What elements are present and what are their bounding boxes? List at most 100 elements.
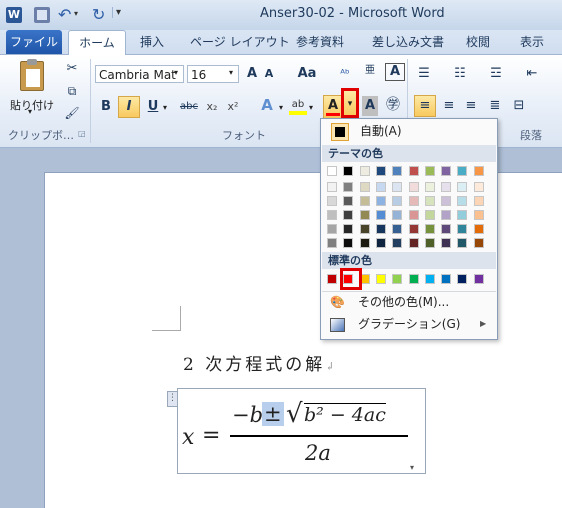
clear-formatting-icon[interactable]: ᴬᵇ [336,64,354,84]
gradient-item[interactable]: グラデーション(G) ▶ [322,314,496,334]
align-left-button[interactable]: ≡ [414,95,436,117]
theme-shade-swatch[interactable] [392,196,402,206]
phonetic-guide-icon[interactable]: 亜 [362,61,378,81]
theme-shade-swatch[interactable] [327,224,337,234]
align-center-icon[interactable]: ≡ [440,96,458,116]
theme-shade-swatch[interactable] [457,196,467,206]
theme-shade-swatch[interactable] [327,210,337,220]
justify-icon[interactable]: ≣ [486,96,504,116]
theme-color-swatch[interactable] [360,166,370,176]
paste-dropdown-icon[interactable]: ▾ [28,107,32,116]
copy-icon[interactable]: ⧉ [64,81,80,101]
theme-color-swatch[interactable] [441,166,451,176]
document-heading[interactable]: 2 次方程式の解↲ [183,350,334,375]
standard-color-swatch[interactable] [441,274,451,284]
font-name-dropdown-icon[interactable]: ▾ [174,68,178,77]
theme-color-swatch[interactable] [327,166,337,176]
theme-shade-swatch[interactable] [425,238,435,248]
standard-color-swatch[interactable] [457,274,467,284]
standard-color-swatch[interactable] [327,274,337,284]
underline-button[interactable]: U [146,97,160,117]
font-color-dropdown-button[interactable]: ▾ [341,88,359,118]
grow-font-button[interactable]: A [244,64,260,84]
theme-shade-swatch[interactable] [392,238,402,248]
tab-view[interactable]: 表示 [520,30,544,54]
theme-shade-swatch[interactable] [392,224,402,234]
theme-color-swatch[interactable] [376,166,386,176]
cut-icon[interactable]: ✂ [64,59,80,79]
theme-shade-swatch[interactable] [409,182,419,192]
customize-toolbar-icon[interactable]: ▾ [112,7,121,18]
theme-shade-swatch[interactable] [343,224,353,234]
align-right-icon[interactable]: ≡ [462,96,480,116]
theme-shade-swatch[interactable] [474,238,484,248]
theme-shade-swatch[interactable] [360,238,370,248]
clipboard-launcher-icon[interactable]: ◲ [78,129,86,138]
theme-shade-swatch[interactable] [425,224,435,234]
theme-shade-swatch[interactable] [376,196,386,206]
theme-shade-swatch[interactable] [474,196,484,206]
bold-button[interactable]: B [98,97,114,117]
highlight-dropdown-icon[interactable]: ▾ [309,103,313,112]
theme-color-swatch[interactable] [457,166,467,176]
theme-color-swatch[interactable] [474,166,484,176]
word-app-icon[interactable]: W [6,7,22,23]
theme-shade-swatch[interactable] [441,196,451,206]
standard-color-swatch[interactable] [474,274,484,284]
equation-box[interactable]: ⋮ x = −b ± √ b² − 4ac 2a ▾ [167,388,426,474]
tab-review[interactable]: 校閲 [466,30,490,54]
numbering-icon[interactable]: ☷ [450,64,470,84]
standard-color-swatch[interactable] [376,274,386,284]
character-shading-icon[interactable]: A [362,96,378,116]
tab-mailings[interactable]: 差し込み文書 [372,30,444,54]
standard-color-swatch[interactable] [409,274,419,284]
theme-shade-swatch[interactable] [474,182,484,192]
bullets-icon[interactable]: ☰ [414,64,434,84]
auto-color-item[interactable]: 自動(A) [322,121,496,141]
theme-shade-swatch[interactable] [343,210,353,220]
theme-shade-swatch[interactable] [441,224,451,234]
paste-button[interactable]: 貼り付け ▾ [10,59,54,116]
theme-shade-swatch[interactable] [343,182,353,192]
theme-shade-swatch[interactable] [376,224,386,234]
theme-shade-swatch[interactable] [327,238,337,248]
equation-handle[interactable]: ⋮ [167,391,178,407]
italic-button[interactable]: I [118,96,140,118]
tab-file[interactable]: ファイル [6,30,62,54]
theme-shade-swatch[interactable] [425,210,435,220]
theme-shade-swatch[interactable] [360,210,370,220]
format-painter-icon[interactable]: 🖌 [64,103,80,123]
theme-shade-swatch[interactable] [474,224,484,234]
theme-shade-swatch[interactable] [360,182,370,192]
character-border-icon[interactable]: A [385,63,405,81]
theme-shade-swatch[interactable] [360,224,370,234]
highlight-icon[interactable]: ab [289,95,307,115]
multilevel-list-icon[interactable]: ☲ [486,64,506,84]
undo-icon[interactable]: ↶ [58,5,71,24]
text-effects-icon[interactable]: A [258,95,276,115]
equation-options-icon[interactable]: ▾ [410,463,414,472]
theme-shade-swatch[interactable] [409,238,419,248]
theme-color-swatch[interactable] [425,166,435,176]
more-colors-item[interactable]: 🎨 その他の色(M)... [322,292,496,312]
font-color-button[interactable]: A [323,95,343,119]
font-size-dropdown-icon[interactable]: ▾ [229,68,233,77]
redo-icon[interactable]: ↻ [92,5,105,24]
decrease-indent-icon[interactable]: ⇤ [522,64,542,84]
theme-shade-swatch[interactable] [441,210,451,220]
theme-shade-swatch[interactable] [376,210,386,220]
save-icon[interactable] [34,7,50,23]
enclose-characters-icon[interactable]: ㊫ [384,95,402,115]
theme-shade-swatch[interactable] [409,196,419,206]
theme-shade-swatch[interactable] [360,196,370,206]
theme-shade-swatch[interactable] [425,182,435,192]
tab-references[interactable]: 参考資料 [296,30,344,54]
superscript-button[interactable]: x² [225,97,241,117]
theme-color-swatch[interactable] [409,166,419,176]
theme-color-swatch[interactable] [343,166,353,176]
undo-dropdown-icon[interactable]: ▾ [74,9,78,18]
font-name-box[interactable]: Cambria Mat [95,65,184,83]
theme-color-swatch[interactable] [392,166,402,176]
theme-shade-swatch[interactable] [392,182,402,192]
theme-shade-swatch[interactable] [343,238,353,248]
